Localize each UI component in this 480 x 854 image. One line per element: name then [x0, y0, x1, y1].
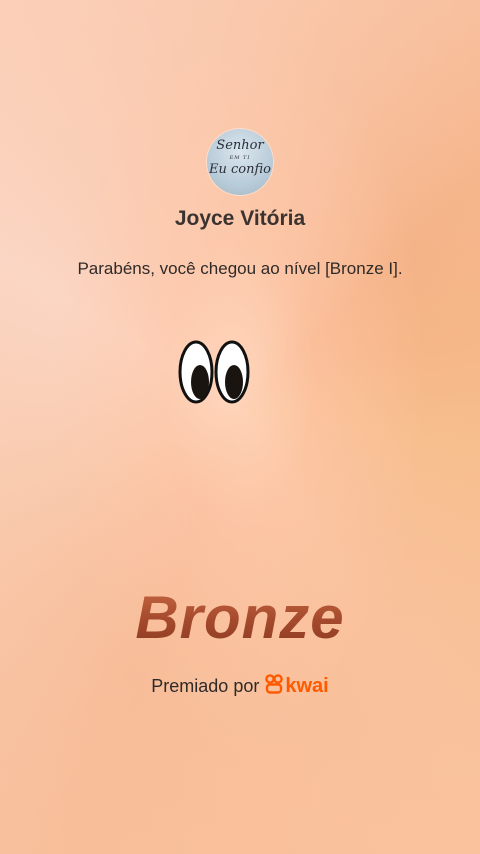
avatar-text-line1: Senhor: [216, 138, 264, 153]
kwai-brand-text: kwai: [285, 675, 329, 697]
avatar-text-line2: EM TI: [229, 155, 251, 161]
kwai-brand: kwai: [265, 674, 329, 699]
avatar-text-line3: Eu confio: [209, 162, 271, 177]
avatar[interactable]: Senhor EM TI Eu confio: [207, 129, 273, 195]
level-title: Bronze: [0, 583, 480, 652]
awarded-by: Premiado por kwai: [0, 674, 480, 699]
kwai-logo-icon: [265, 674, 284, 699]
user-name: Joyce Vitória: [174, 207, 306, 230]
eyes-icon: [176, 336, 252, 408]
level-message: Parabéns, você chegou ao nível [Bronze I…: [77, 259, 403, 278]
awarded-by-label: Premiado por: [151, 676, 260, 696]
